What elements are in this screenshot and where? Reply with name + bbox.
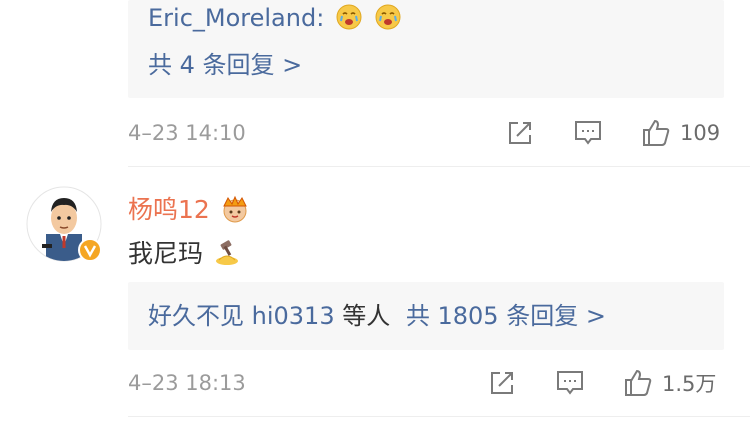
share-button[interactable] [488,369,516,397]
reply-preview-box[interactable]: Eric_Moreland: 共 4 条回复 > [128,0,724,98]
crying-face-icon [335,3,363,31]
comment-button[interactable] [555,369,585,397]
avatar[interactable] [26,186,102,262]
like-button[interactable]: 1.5万 [622,367,716,399]
comment-timestamp: 4–23 18:13 [128,371,246,395]
share-icon [509,122,531,144]
reply-summary-line: 好久不见 hi0313 等人 共 1805 条回复 > [148,301,606,331]
comment-divider [128,416,750,417]
comment-divider [128,166,750,167]
reply-author-link[interactable]: Eric_Moreland: [148,4,324,32]
comment-username[interactable]: 杨鸣12 [128,190,250,226]
like-count: 1.5万 [662,372,717,396]
verified-badge-icon [78,238,102,262]
reply-etc-text: 等人 [342,302,391,330]
comment-content: 我尼玛 [128,234,241,270]
crown-badge-icon [220,194,250,224]
like-button[interactable]: 109 [640,117,720,149]
view-all-replies-link[interactable]: 共 1805 条回复 > [406,302,606,330]
comment-icon [575,121,601,145]
gavel-emoji-icon [213,238,241,266]
like-icon [643,119,670,146]
share-button[interactable] [506,119,534,147]
comment-button[interactable] [573,119,603,147]
comment-icon [557,371,583,395]
like-count: 109 [680,121,721,145]
crying-face-icon [374,3,402,31]
reply-summary-box[interactable]: 好久不见 hi0313 等人 共 1805 条回复 > [128,282,724,350]
reply-users-link[interactable]: 好久不见 hi0313 [148,302,335,330]
share-icon [491,372,513,394]
reply-preview-line: Eric_Moreland: [148,3,402,33]
view-more-replies-link[interactable]: 共 4 条回复 > [148,50,302,80]
like-icon [625,369,652,396]
comment-timestamp: 4–23 14:10 [128,121,246,145]
